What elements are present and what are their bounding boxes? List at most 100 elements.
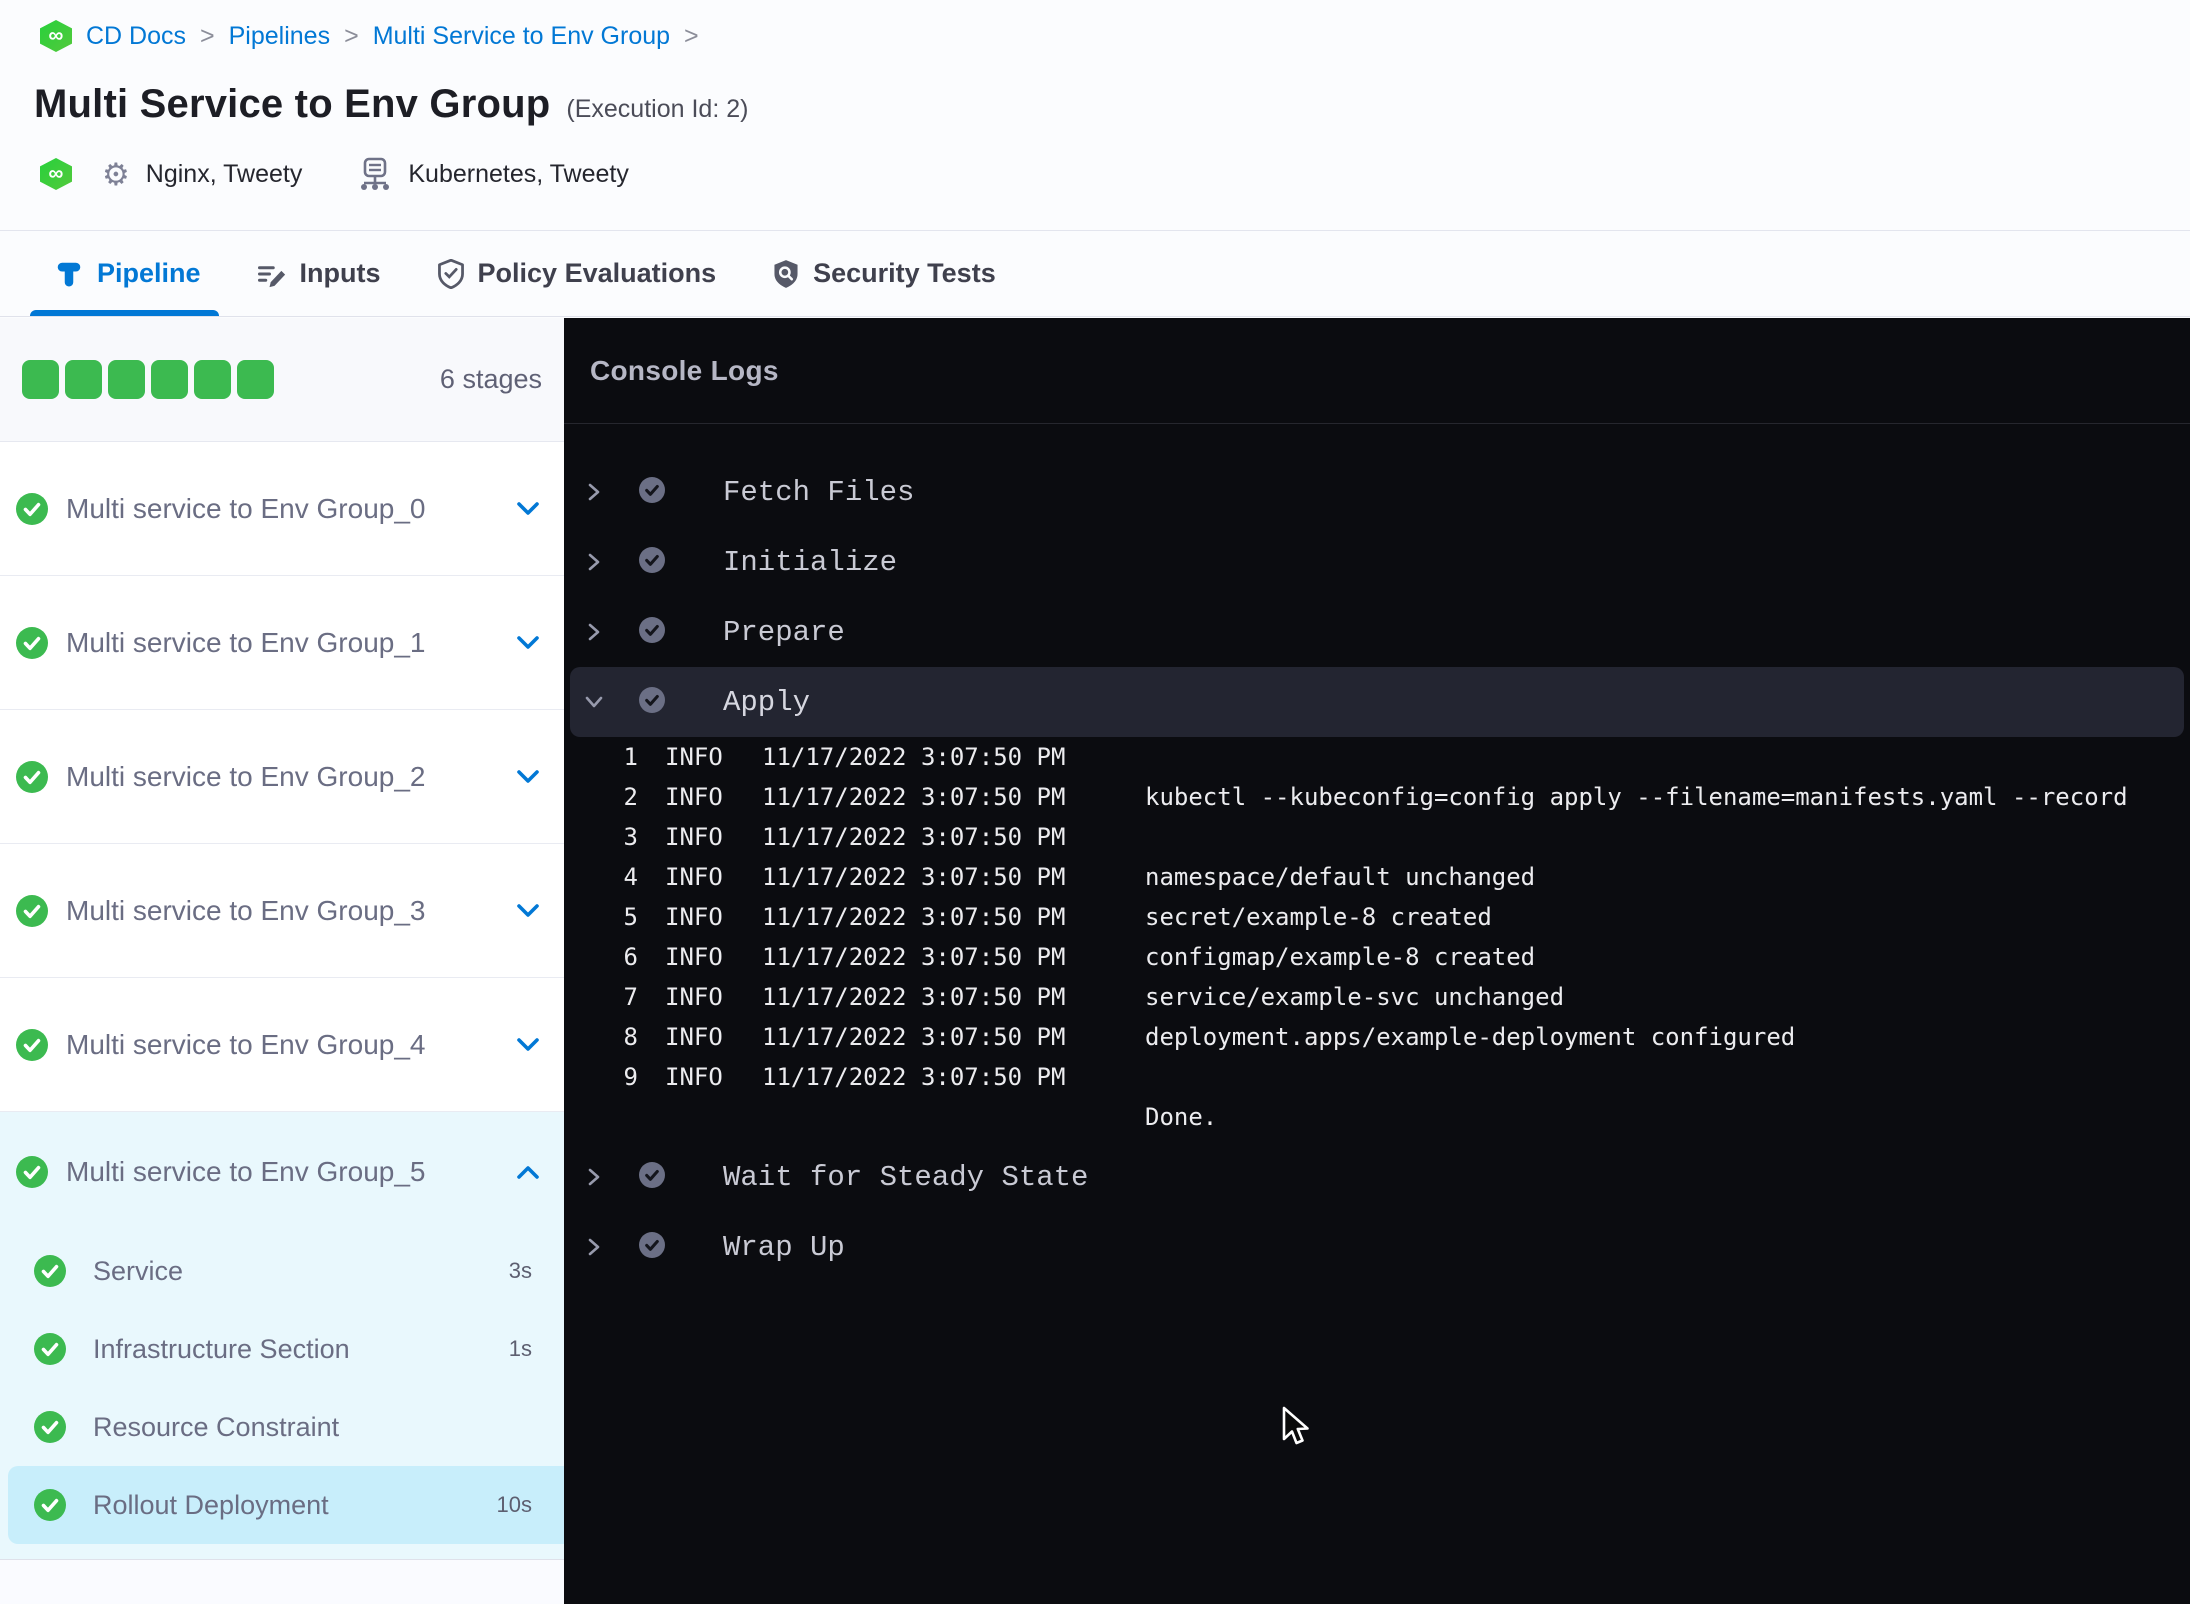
stage-row[interactable]: Multi service to Env Group_0 [0, 442, 564, 576]
chevron-right-icon[interactable] [584, 552, 604, 572]
log-level: INFO [665, 1023, 723, 1051]
tab-label: Security Tests [813, 258, 996, 288]
log-timestamp: 11/17/2022 3:07:50 PM [762, 743, 1066, 771]
log-line: 6 INFO 11/17/2022 3:07:50 PM configmap/exam… [564, 937, 2190, 977]
chevron-down-icon[interactable] [516, 501, 540, 517]
console-step-row[interactable]: Wrap Up [564, 1212, 2190, 1282]
stage-step-row[interactable]: Service 3s [0, 1232, 564, 1310]
log-message: kubectl --kubeconfig=config apply --file… [1145, 783, 2128, 811]
console-step-row[interactable]: Wait for Steady State [564, 1142, 2190, 1212]
step-success-check-icon [639, 616, 665, 643]
stage-label: Multi service to Env Group_0 [66, 492, 426, 524]
stages-sidebar: 6 stages Multi service to Env Group_0 Mul… [0, 318, 564, 1604]
stage-success-square[interactable] [65, 360, 102, 399]
page-title: Multi Service to Env Group [34, 82, 551, 126]
tab-inputs[interactable]: Inputs [257, 231, 381, 316]
chevron-down-icon[interactable] [516, 769, 540, 785]
log-message: service/example-svc unchanged [1145, 983, 1565, 1011]
log-line: 7 INFO 11/17/2022 3:07:50 PM service/exampl… [564, 977, 2190, 1017]
stage-step-row[interactable]: Infrastructure Section 1s [0, 1310, 564, 1388]
tab-bar: Pipeline Inputs Policy Evaluations Security… [0, 230, 2190, 317]
breadcrumb-link[interactable]: CD Docs [86, 22, 186, 51]
log-line: 3 INFO 11/17/2022 3:07:50 PM [564, 817, 2190, 857]
log-level: INFO [665, 983, 723, 1011]
chevron-right-icon[interactable] [584, 1237, 604, 1257]
stages-summary: 6 stages [0, 318, 564, 442]
log-line: 8 INFO 11/17/2022 3:07:50 PM deployment.app… [564, 1017, 2190, 1057]
stage-row[interactable]: Multi service to Env Group_2 [0, 710, 564, 844]
log-level: INFO [665, 1063, 723, 1091]
stage-success-square[interactable] [22, 360, 59, 399]
chevron-down-icon[interactable] [516, 903, 540, 919]
stage-row[interactable]: Multi service to Env Group_4 [0, 978, 564, 1112]
breadcrumb-link[interactable]: Pipelines [229, 22, 330, 51]
step-duration: 3s [508, 1258, 532, 1283]
log-level: INFO [665, 943, 723, 971]
stage-row[interactable]: Multi service to Env Group_1 [0, 576, 564, 710]
expanded-stage-section: Multi service to Env Group_5 Service 3s Inf… [0, 1112, 564, 1560]
success-check-icon [34, 1411, 66, 1443]
log-level: INFO [665, 903, 723, 931]
log-line-number: 3 [623, 823, 638, 851]
log-level: INFO [665, 863, 723, 891]
success-check-icon [16, 492, 48, 525]
infrastructure-label: Kubernetes, Tweety [408, 159, 629, 188]
execution-id: (Execution Id: 2) [566, 95, 749, 123]
log-line: Done. [564, 1097, 2190, 1137]
log-line-number: 8 [623, 1023, 638, 1051]
stage-success-square[interactable] [151, 360, 188, 399]
log-timestamp: 11/17/2022 3:07:50 PM [762, 783, 1066, 811]
console-step-row[interactable]: Initialize [564, 527, 2190, 597]
chevron-down-icon[interactable] [516, 635, 540, 651]
breadcrumb-link[interactable]: Multi Service to Env Group [373, 22, 670, 51]
step-success-check-icon [639, 1231, 665, 1258]
chevron-down-icon[interactable] [516, 1037, 540, 1053]
security-shield-icon [774, 259, 798, 288]
pipeline-icon [57, 262, 81, 286]
log-line-number: 5 [623, 903, 638, 931]
stage-row[interactable]: Multi service to Env Group_5 [0, 1112, 564, 1232]
stage-success-square[interactable] [237, 360, 274, 399]
chevron-down-icon[interactable] [584, 692, 604, 712]
log-line: 4 INFO 11/17/2022 3:07:50 PM namespace/defa… [564, 857, 2190, 897]
stage-label: Multi service to Env Group_1 [66, 626, 426, 658]
log-timestamp: 11/17/2022 3:07:50 PM [762, 863, 1066, 891]
log-timestamp: 11/17/2022 3:07:50 PM [762, 823, 1066, 851]
stage-success-square[interactable] [194, 360, 231, 399]
chevron-right-icon[interactable] [584, 482, 604, 502]
chevron-up-icon[interactable] [516, 1164, 540, 1180]
stage-list: Multi service to Env Group_0 Multi servic… [0, 442, 564, 1560]
log-timestamp: 11/17/2022 3:07:50 PM [762, 983, 1066, 1011]
console-step-row[interactable]: Apply [570, 667, 2184, 737]
chevron-right-icon[interactable] [584, 622, 604, 642]
chevron-right-icon[interactable] [584, 1167, 604, 1187]
log-timestamp: 11/17/2022 3:07:50 PM [762, 1063, 1066, 1091]
stage-row[interactable]: Multi service to Env Group_3 [0, 844, 564, 978]
harness-cd-icon: ∞ [40, 20, 72, 52]
tab-security-tests[interactable]: Security Tests [772, 231, 996, 316]
success-check-icon [34, 1489, 66, 1521]
success-check-icon [34, 1255, 66, 1287]
stage-step-row[interactable]: Resource Constraint [0, 1388, 564, 1466]
success-check-icon [16, 1156, 48, 1188]
services-gear-icon: ⚙ [102, 156, 130, 192]
stage-step-row[interactable]: Rollout Deployment 10s [8, 1466, 564, 1544]
tab-pipeline[interactable]: Pipeline [30, 231, 219, 316]
console-step-label: Fetch Files [723, 475, 915, 509]
log-message: deployment.apps/example-deployment confi… [1145, 1023, 1796, 1051]
log-timestamp: 11/17/2022 3:07:50 PM [762, 1023, 1066, 1051]
console-logs-panel: Console Logs Fetch Files Initialize Prepar… [564, 318, 2190, 1604]
title-row: Multi Service to Env Group (Execution Id… [34, 82, 748, 127]
services-label: Nginx, Tweety [145, 159, 303, 188]
console-step-row[interactable]: Prepare [564, 597, 2190, 667]
step-success-check-icon [639, 476, 665, 503]
tab-policy-evaluations[interactable]: Policy Evaluations [437, 231, 716, 316]
pipeline-execution-page: ∞ CD Docs > Pipelines > Multi Service to Env… [0, 0, 2190, 1604]
infrastructure-cluster-icon [361, 157, 390, 190]
stage-success-square[interactable] [108, 360, 145, 399]
console-step-row[interactable]: Fetch Files [564, 457, 2190, 527]
inputs-icon [257, 265, 285, 287]
step-label: Infrastructure Section [93, 1333, 350, 1364]
log-level: INFO [665, 823, 723, 851]
console-step-label: Wait for Steady State [723, 1160, 1089, 1194]
